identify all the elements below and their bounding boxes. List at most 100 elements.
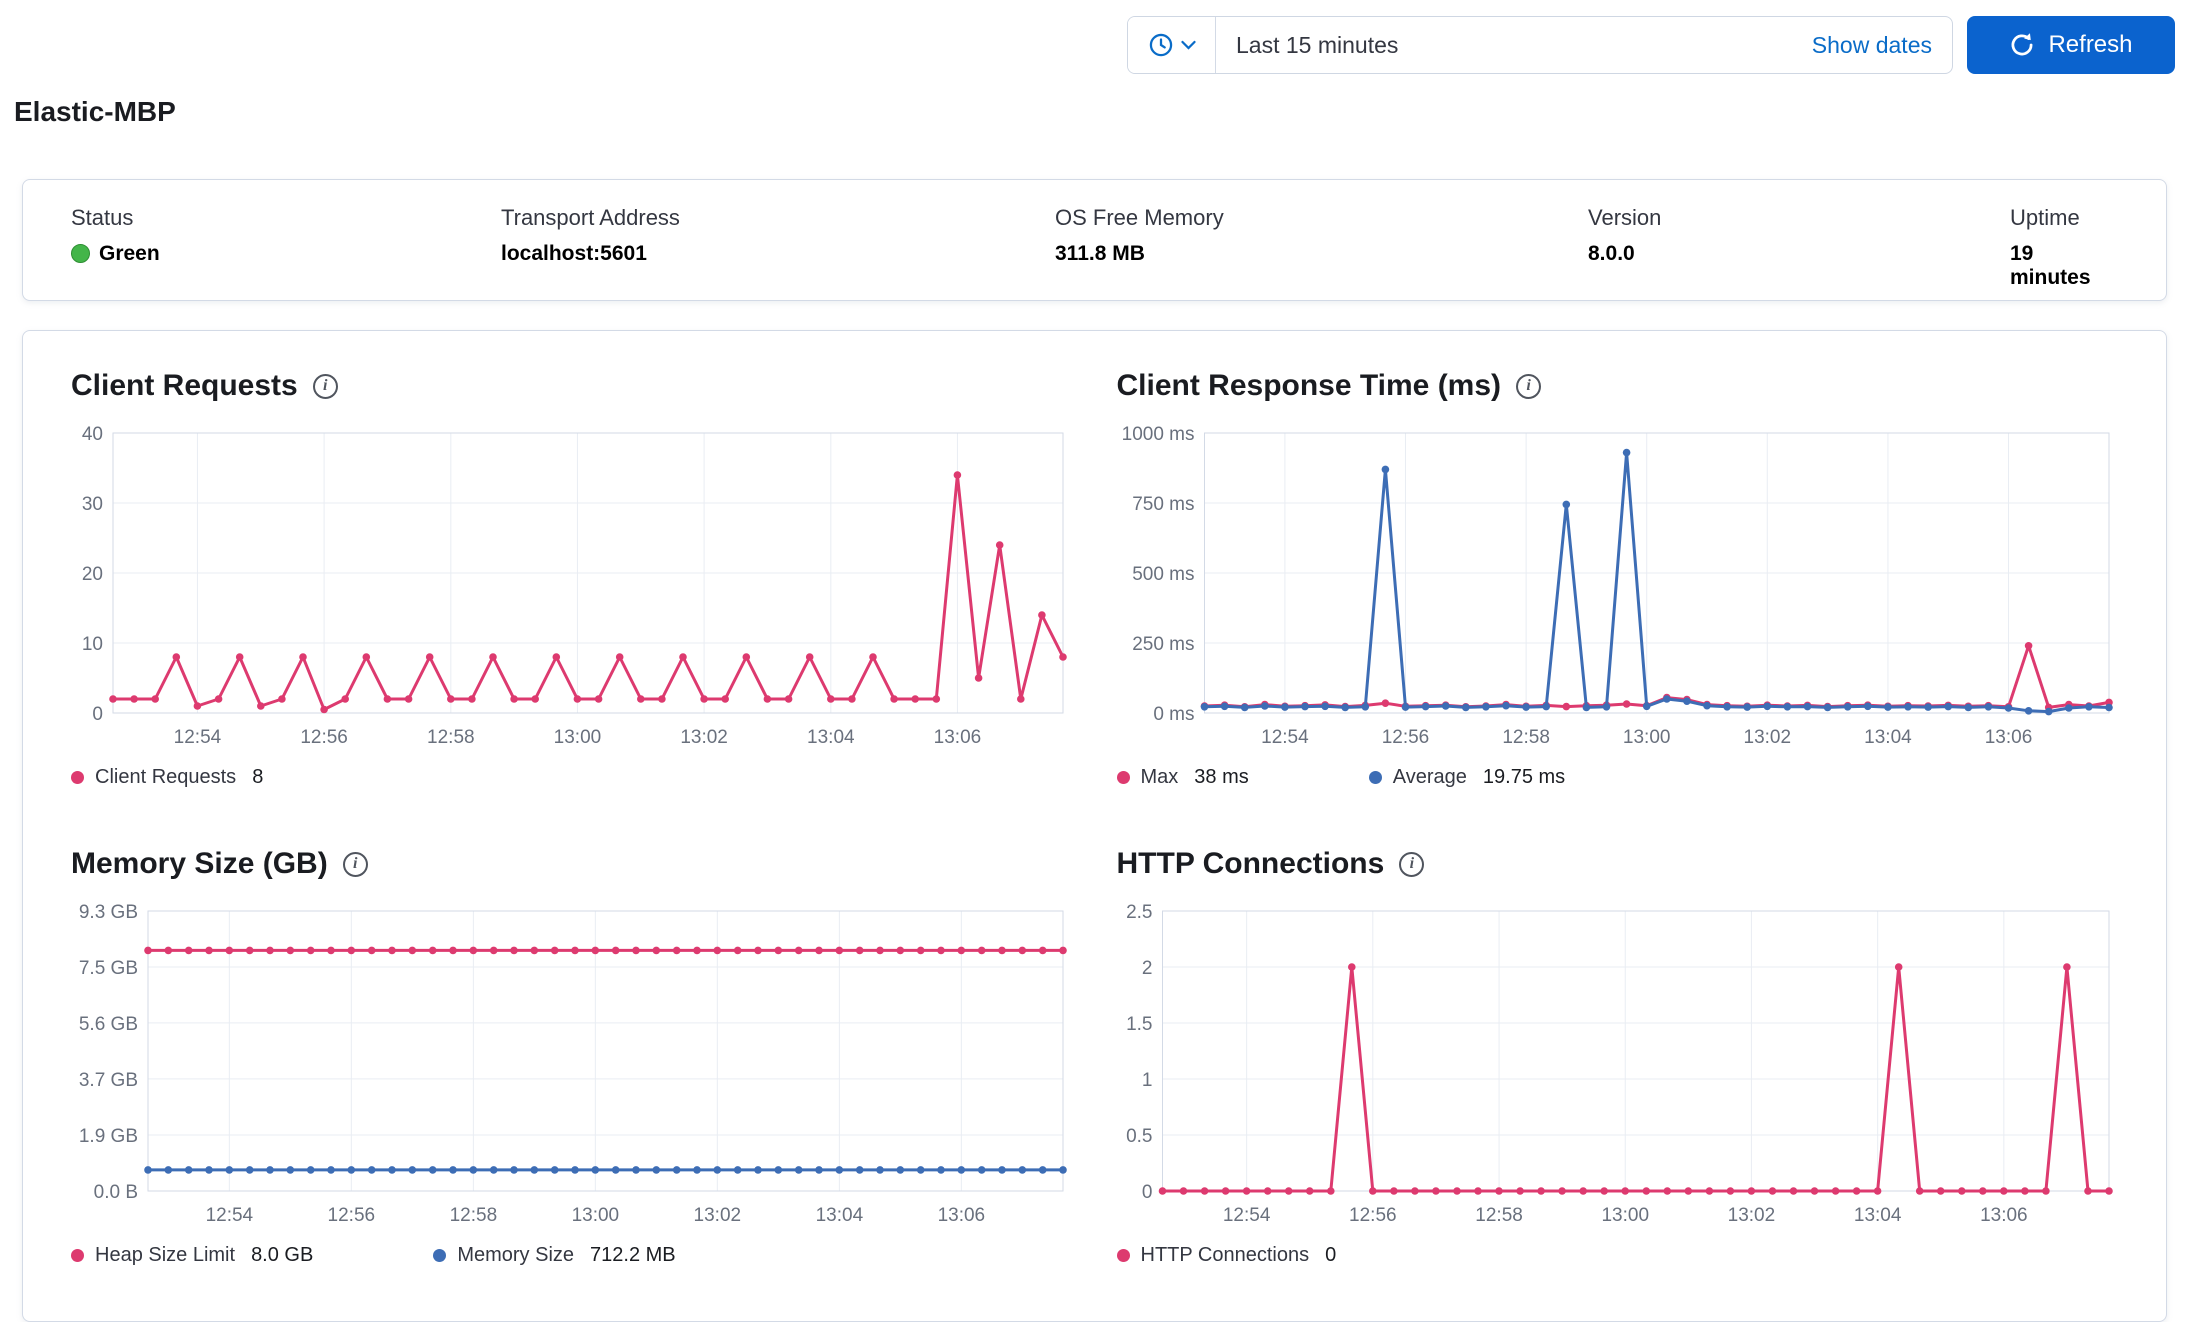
- legend-value: 8.0 GB: [251, 1244, 314, 1266]
- svg-text:750 ms: 750 ms: [1132, 494, 1194, 515]
- svg-text:9.3 GB: 9.3 GB: [79, 902, 138, 923]
- svg-text:5.6 GB: 5.6 GB: [79, 1014, 138, 1035]
- refresh-icon: [2012, 33, 2033, 56]
- info-icon[interactable]: i: [312, 373, 338, 399]
- legend-item[interactable]: Memory Size 712.2 MB: [433, 1244, 676, 1267]
- svg-text:13:04: 13:04: [1864, 727, 1912, 748]
- svg-text:13:00: 13:00: [554, 727, 602, 748]
- svg-text:1.5: 1.5: [1126, 1014, 1152, 1035]
- legend-value: 38 ms: [1194, 766, 1249, 788]
- status-summary-panel: Status Green Transport Address localhost…: [22, 179, 2167, 301]
- status-col-os-free-memory: OS Free Memory 311.8 MB: [1055, 205, 1588, 275]
- legend-item[interactable]: Average 19.75 ms: [1368, 766, 1566, 789]
- super-date-picker: Last 15 minutes Show dates: [1127, 16, 1953, 74]
- chart-title-memory-size: Memory Size (GB): [71, 847, 328, 880]
- http-connections-chart: HTTP Connections i 2.5 2 1.5 1 0.5 0 12:54 12:5…: [1116, 847, 2119, 1267]
- svg-text:12:56: 12:56: [328, 1205, 376, 1226]
- chart-title-http-connections: HTTP Connections: [1116, 847, 1385, 880]
- svg-text:12:56: 12:56: [1381, 727, 1429, 748]
- chart-canvas: 1000 ms 750 ms 500 ms 250 ms 0 ms 12:54 12:56 1…: [1121, 424, 2113, 748]
- kibana-instance-monitoring-page: { "colors": { "pink": "#dd3a6f", "blue":…: [0, 0, 2189, 1322]
- legend-dot-pink: [71, 1249, 84, 1262]
- time-range-value[interactable]: Last 15 minutes: [1216, 32, 1792, 59]
- version-value: 8.0.0: [1588, 242, 1635, 265]
- svg-text:500 ms: 500 ms: [1132, 564, 1194, 585]
- os-free-memory-label: OS Free Memory: [1055, 205, 1224, 230]
- svg-text:12:56: 12:56: [1349, 1205, 1397, 1226]
- legend-value: 19.75 ms: [1482, 766, 1566, 788]
- legend-dot-pink: [71, 771, 84, 784]
- svg-text:1: 1: [1141, 1070, 1152, 1091]
- svg-text:12:58: 12:58: [1475, 1205, 1523, 1226]
- memory-size-legend: Heap Size Limit 8.0 GB Memory Size 712.2…: [71, 1244, 1073, 1267]
- info-icon[interactable]: i: [1399, 851, 1425, 877]
- version-label: Version: [1588, 205, 1662, 230]
- chart-title-client-requests: Client Requests: [71, 369, 298, 402]
- legend-item[interactable]: HTTP Connections 0: [1116, 1244, 1337, 1267]
- svg-text:1000 ms: 1000 ms: [1121, 424, 1194, 445]
- legend-value: 0: [1325, 1244, 1337, 1266]
- client-response-time-chart: Client Response Time (ms) i 1000 ms 750 m…: [1116, 369, 2119, 789]
- svg-text:13:06: 13:06: [934, 727, 982, 748]
- svg-text:40: 40: [82, 424, 103, 445]
- legend-label: HTTP Connections: [1140, 1244, 1310, 1266]
- memory-size-chart: Memory Size (GB) i 9.3 GB 7.5 GB 5.6 GB 3.7…: [71, 847, 1073, 1267]
- legend-value: 8: [252, 766, 264, 788]
- legend-item[interactable]: Heap Size Limit 8.0 GB: [71, 1244, 313, 1267]
- status-col-status: Status Green: [71, 205, 501, 275]
- svg-text:13:02: 13:02: [1727, 1205, 1775, 1226]
- refresh-button-label: Refresh: [2048, 31, 2133, 58]
- legend-item[interactable]: Client Requests 8: [71, 766, 263, 789]
- svg-text:13:04: 13:04: [807, 727, 855, 748]
- svg-text:13:00: 13:00: [1622, 727, 1670, 748]
- svg-text:13:06: 13:06: [1984, 727, 2032, 748]
- svg-text:12:54: 12:54: [1222, 1205, 1270, 1226]
- client-requests-chart: Client Requests i 40 30 20 10 0 12:54 12:56 12:…: [71, 369, 1073, 789]
- svg-text:2: 2: [1141, 958, 1152, 979]
- svg-text:10: 10: [82, 634, 103, 655]
- transport-address-label: Transport Address: [501, 205, 680, 230]
- chart-title-client-response-time: Client Response Time (ms): [1116, 369, 1502, 402]
- svg-text:0.0 B: 0.0 B: [94, 1182, 138, 1203]
- http-connections-plot: 2.5 2 1.5 1 0.5 0 12:54 12:56 12:58 13:00 13:02 13:…: [1117, 895, 2119, 1242]
- status-dot-green: [71, 244, 90, 263]
- uptime-value: 19 minutes: [2010, 242, 2091, 289]
- svg-text:13:02: 13:02: [1743, 727, 1791, 748]
- svg-text:13:06: 13:06: [938, 1205, 986, 1226]
- status-col-version: Version 8.0.0: [1588, 205, 2010, 275]
- legend-dot-blue: [1368, 771, 1382, 784]
- svg-text:13:00: 13:00: [572, 1205, 620, 1226]
- status-col-transport-address: Transport Address localhost:5601: [501, 205, 1055, 275]
- chart-canvas: 9.3 GB 7.5 GB 5.6 GB 3.7 GB 1.9 GB 0.0 B 12:54…: [79, 902, 1067, 1226]
- svg-text:20: 20: [82, 564, 103, 585]
- info-icon[interactable]: i: [342, 851, 368, 877]
- chart-canvas: 40 30 20 10 0 12:54 12:56 12:58 13:00 13:02 13:04 1…: [82, 424, 1067, 748]
- svg-text:0: 0: [92, 704, 103, 725]
- chevron-down-icon: [1180, 40, 1196, 50]
- svg-text:13:02: 13:02: [680, 727, 728, 748]
- info-icon[interactable]: i: [1516, 373, 1542, 399]
- client-response-time-plot: 1000 ms 750 ms 500 ms 250 ms 0 ms 12:54 12:56 1…: [1117, 417, 2119, 764]
- status-col-uptime: Uptime 19 minutes: [2010, 205, 2118, 289]
- legend-label: Max: [1140, 766, 1179, 788]
- svg-text:3.7 GB: 3.7 GB: [79, 1070, 138, 1091]
- svg-text:13:04: 13:04: [1853, 1205, 1901, 1226]
- legend-label: Average: [1392, 766, 1467, 788]
- show-dates-button[interactable]: Show dates: [1792, 32, 1952, 59]
- svg-text:250 ms: 250 ms: [1132, 634, 1194, 655]
- legend-dot-pink: [1116, 1249, 1130, 1262]
- legend-item[interactable]: Max 38 ms: [1116, 766, 1249, 789]
- legend-dot-blue: [433, 1249, 447, 1262]
- svg-text:12:58: 12:58: [450, 1205, 498, 1226]
- svg-text:0: 0: [1141, 1182, 1152, 1203]
- legend-label: Heap Size Limit: [95, 1244, 236, 1266]
- uptime-label: Uptime: [2010, 205, 2080, 230]
- svg-text:13:06: 13:06: [1980, 1205, 2028, 1226]
- page-title: Elastic-MBP: [14, 96, 176, 127]
- svg-text:1.9 GB: 1.9 GB: [79, 1126, 138, 1147]
- refresh-button[interactable]: Refresh: [1967, 16, 2175, 74]
- svg-text:30: 30: [82, 494, 103, 515]
- legend-dot-pink: [1116, 771, 1130, 784]
- svg-text:12:54: 12:54: [206, 1205, 254, 1226]
- quick-select-menu-button[interactable]: [1128, 17, 1216, 73]
